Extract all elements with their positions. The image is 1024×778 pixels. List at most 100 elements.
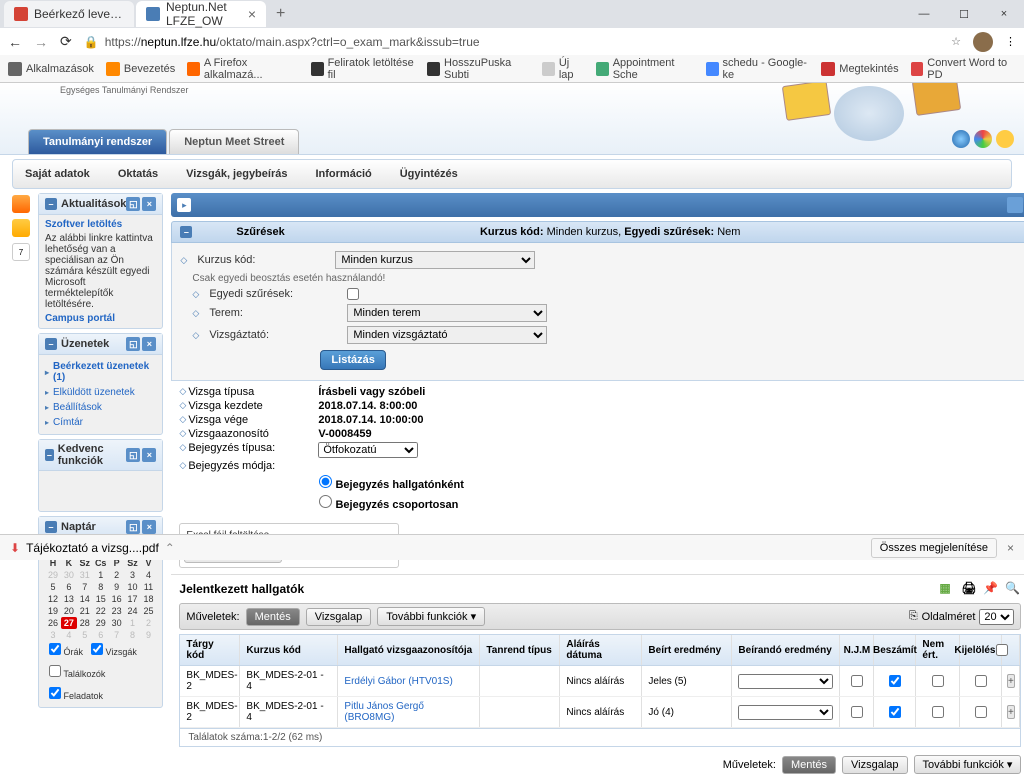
calendar-day[interactable]: 21 — [77, 605, 93, 617]
cal-check-talalkozok[interactable]: Találkozók — [49, 665, 105, 679]
calendar-day[interactable]: 30 — [109, 617, 125, 629]
col-njm[interactable]: N.J.M — [840, 635, 874, 665]
menu-icon[interactable]: ⋮ — [1005, 35, 1016, 48]
calendar-day[interactable]: 23 — [109, 605, 125, 617]
collapse-icon[interactable]: – — [45, 198, 57, 210]
bejegyzes-tipusa-select[interactable]: Ötfokozatú — [318, 442, 418, 458]
calendar-day[interactable]: 14 — [77, 593, 93, 605]
print-icon[interactable]: 🖨 — [961, 581, 977, 597]
calendar-day[interactable]: 3 — [125, 569, 141, 581]
maximize-button[interactable]: ☐ — [944, 0, 984, 28]
collapse-icon[interactable]: – — [45, 449, 54, 461]
calendar-day[interactable]: 16 — [109, 593, 125, 605]
campus-portal-link[interactable]: Campus portál — [45, 313, 156, 324]
menu-vizsgak[interactable]: Vizsgák, jegybeírás — [182, 164, 291, 184]
calendar-day[interactable]: 17 — [125, 593, 141, 605]
terem-select[interactable]: Minden terem — [347, 304, 547, 322]
listazas-button[interactable]: Listázás — [320, 350, 385, 370]
expand-icon[interactable]: ◇ — [192, 289, 199, 300]
apps-button[interactable]: Alkalmazások — [8, 62, 94, 76]
expand-icon[interactable]: ◇ — [192, 308, 199, 319]
calendar-day[interactable]: 26 — [45, 617, 61, 629]
chevron-up-icon[interactable]: ⌃ — [165, 541, 175, 555]
calendar-day[interactable]: 10 — [125, 581, 141, 593]
calendar-day[interactable]: 5 — [77, 629, 93, 641]
row-action-button[interactable]: + — [1007, 674, 1015, 688]
panel-close-icon[interactable]: × — [142, 337, 156, 351]
calendar-day[interactable]: 7 — [77, 581, 93, 593]
panel-close-icon[interactable]: × — [142, 520, 156, 534]
calendar-day[interactable]: 19 — [45, 605, 61, 617]
menu-informacio[interactable]: Információ — [311, 164, 375, 184]
close-button[interactable]: × — [984, 0, 1024, 28]
excel-icon[interactable]: ▦ — [939, 581, 955, 597]
menu-sajat-adatok[interactable]: Saját adatok — [21, 164, 94, 184]
close-icon[interactable]: × — [1007, 541, 1014, 555]
kurzus-select[interactable]: Minden kurzus — [335, 251, 535, 269]
browser-tab-neptun[interactable]: Neptun.Net LFZE_OW × — [136, 1, 266, 27]
save-button[interactable]: Mentés — [782, 756, 836, 774]
calendar-day[interactable]: 15 — [93, 593, 109, 605]
save-button[interactable]: Mentés — [246, 608, 300, 626]
expand-icon[interactable]: ◇ — [179, 460, 186, 472]
calendar-day[interactable]: 1 — [93, 569, 109, 581]
egyedi-checkbox[interactable] — [347, 288, 359, 300]
calendar-day[interactable]: 29 — [93, 617, 109, 629]
bookmark-item[interactable]: schedu - Google-ke — [706, 57, 809, 81]
expand-icon[interactable]: ◇ — [180, 255, 187, 266]
col-targy[interactable]: Tárgy kód — [180, 635, 240, 665]
contrast-icon[interactable] — [996, 130, 1014, 148]
col-hallgato[interactable]: Hallgató vizsgaazonosítója — [338, 635, 480, 665]
back-button[interactable]: ← — [8, 34, 22, 50]
calendar-day[interactable]: 13 — [61, 593, 77, 605]
calendar-day[interactable]: 22 — [93, 605, 109, 617]
menu-oktatas[interactable]: Oktatás — [114, 164, 162, 184]
calendar-day[interactable]: 2 — [141, 617, 157, 629]
calendar-day[interactable]: 5 — [45, 581, 61, 593]
calendar-day[interactable]: 6 — [61, 581, 77, 593]
bookmark-item[interactable]: Appointment Sche — [596, 57, 694, 81]
more-functions-button[interactable]: További funkciók ▾ — [377, 607, 485, 626]
calendar-day[interactable]: 20 — [61, 605, 77, 617]
col-tanrend[interactable]: Tanrend típus — [480, 635, 560, 665]
col-beszamit[interactable]: Beszámít — [874, 635, 916, 665]
panel-pop-icon[interactable]: ◱ — [126, 337, 140, 351]
url-field[interactable]: 🔒 https://neptun.lfze.hu/oktato/main.asp… — [84, 35, 939, 49]
strip-icon-cal[interactable]: 7 — [12, 243, 30, 261]
calendar-day[interactable]: 11 — [141, 581, 157, 593]
download-filename[interactable]: Tájékoztató a vizsg....pdf — [26, 541, 159, 555]
njm-checkbox[interactable] — [851, 706, 863, 718]
bookmark-item[interactable]: Megtekintés — [821, 62, 898, 76]
calendar-day[interactable]: 3 — [45, 629, 61, 641]
calendar-day[interactable]: 8 — [93, 581, 109, 593]
calendar-day[interactable]: 1 — [125, 617, 141, 629]
vizsgalap-button[interactable]: Vizsgalap — [306, 608, 372, 626]
strip-icon-a[interactable] — [12, 195, 30, 213]
calendar-day[interactable]: 25 — [141, 605, 157, 617]
beszamit-checkbox[interactable] — [889, 706, 901, 718]
new-tab-button[interactable]: + — [268, 5, 293, 23]
select-checkbox[interactable] — [975, 706, 987, 718]
nemert-checkbox[interactable] — [932, 675, 944, 687]
expand-icon[interactable]: ▸ — [177, 198, 191, 212]
collapse-icon[interactable]: – — [180, 226, 192, 238]
browser-tab-gmail[interactable]: Beérkező levelek (10) - zmedes — [4, 1, 134, 27]
panel-pop-icon[interactable]: ◱ — [126, 520, 140, 534]
cal-check-vizsgak[interactable]: Vizsgák — [91, 643, 137, 657]
search-icon[interactable]: 🔍 — [1005, 581, 1021, 597]
bookmark-item[interactable]: HosszuPuska Subti — [427, 57, 530, 81]
calendar-day[interactable]: 6 — [93, 629, 109, 641]
col-beirt[interactable]: Beírt eredmény — [642, 635, 732, 665]
nav-tab-tanulmanyi[interactable]: Tanulmányi rendszer — [28, 129, 167, 154]
col-kurzus[interactable]: Kurzus kód — [240, 635, 338, 665]
bookmark-item[interactable]: Feliratok letöltése fil — [311, 57, 415, 81]
expand-icon[interactable]: ◇ — [179, 442, 186, 458]
row-action-button[interactable]: + — [1007, 705, 1015, 719]
nav-tab-meetstreet[interactable]: Neptun Meet Street — [169, 129, 299, 154]
globe-icon[interactable] — [952, 130, 970, 148]
cal-check-orak[interactable]: Órák — [49, 643, 83, 657]
more-functions-button[interactable]: További funkciók ▾ — [914, 755, 1022, 774]
panel-pop-icon[interactable]: ◱ — [126, 197, 140, 211]
expand-icon[interactable]: ◇ — [179, 400, 186, 412]
page-size-select[interactable]: 20 — [979, 609, 1014, 625]
